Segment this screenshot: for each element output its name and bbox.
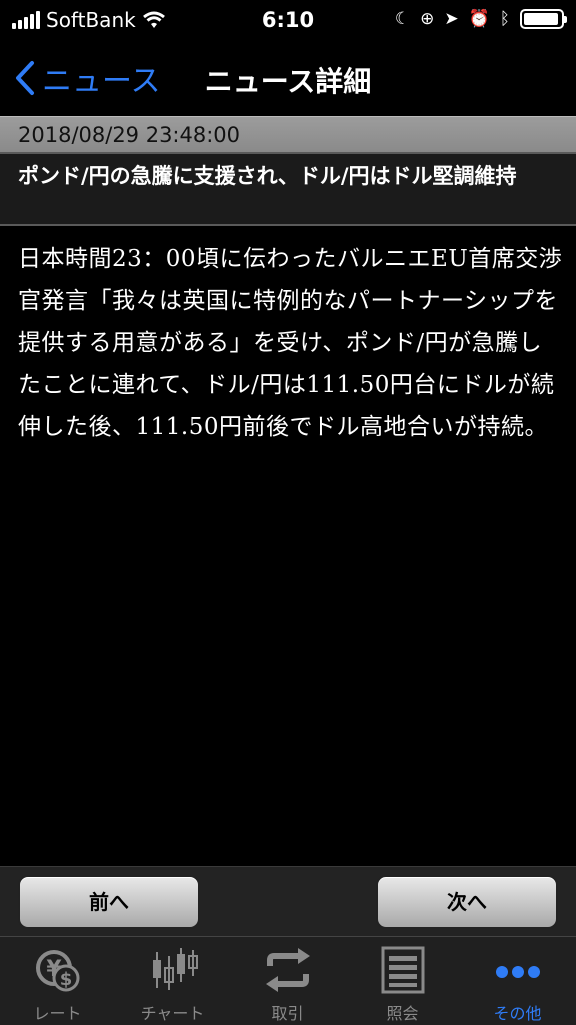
- article-headline: ポンド/円の急騰に支援され、ドル/円はドル堅調維持: [0, 152, 576, 226]
- svg-text:$: $: [59, 969, 72, 990]
- tab-bar: ¥ $ レート チャート 取引 照会 その他: [0, 936, 576, 1025]
- tab-inquiry[interactable]: 照会: [345, 937, 460, 1025]
- yen-dollar-icon: ¥ $: [0, 945, 115, 995]
- more-dots-icon: [460, 945, 575, 995]
- article-body: 日本時間23：00頃に伝わったバルニエEU首席交渉官発言「我々は英国に特例的なパ…: [18, 246, 563, 440]
- status-bar: SoftBank 6:10 ☾ ⊕ ➤ ⏰ ᛒ: [0, 0, 576, 40]
- moon-icon: ☾: [394, 9, 411, 29]
- previous-button[interactable]: 前へ: [18, 875, 200, 929]
- tab-label: レート: [33, 1004, 82, 1023]
- tab-label: その他: [493, 1004, 542, 1023]
- exchange-arrows-icon: [230, 945, 345, 995]
- tab-label: 取引: [271, 1004, 304, 1023]
- page-title: ニュース詳細: [204, 65, 372, 98]
- candlestick-chart-icon: [115, 945, 230, 995]
- next-button[interactable]: 次へ: [376, 875, 558, 929]
- tab-other[interactable]: その他: [460, 937, 575, 1025]
- tab-trade[interactable]: 取引: [230, 937, 345, 1025]
- navigation-bar: ニュース ニュース詳細: [0, 40, 576, 116]
- article-datetime: 2018/08/29 23:48:00: [0, 116, 576, 152]
- list-document-icon: [345, 945, 460, 995]
- tab-label: 照会: [386, 1004, 419, 1023]
- status-icons: ☾ ⊕ ➤ ⏰ ᛒ: [394, 9, 567, 29]
- tab-chart[interactable]: チャート: [115, 937, 230, 1025]
- rotation-lock-icon: ⊕: [420, 9, 435, 29]
- tab-label: チャート: [140, 1004, 205, 1023]
- location-icon: ➤: [444, 9, 459, 29]
- bluetooth-icon: ᛒ: [499, 9, 510, 29]
- tab-rate[interactable]: ¥ $ レート: [0, 937, 115, 1025]
- battery-icon: [520, 9, 567, 29]
- alarm-icon: ⏰: [468, 9, 490, 29]
- pager-bar: 前へ 次へ: [0, 866, 576, 937]
